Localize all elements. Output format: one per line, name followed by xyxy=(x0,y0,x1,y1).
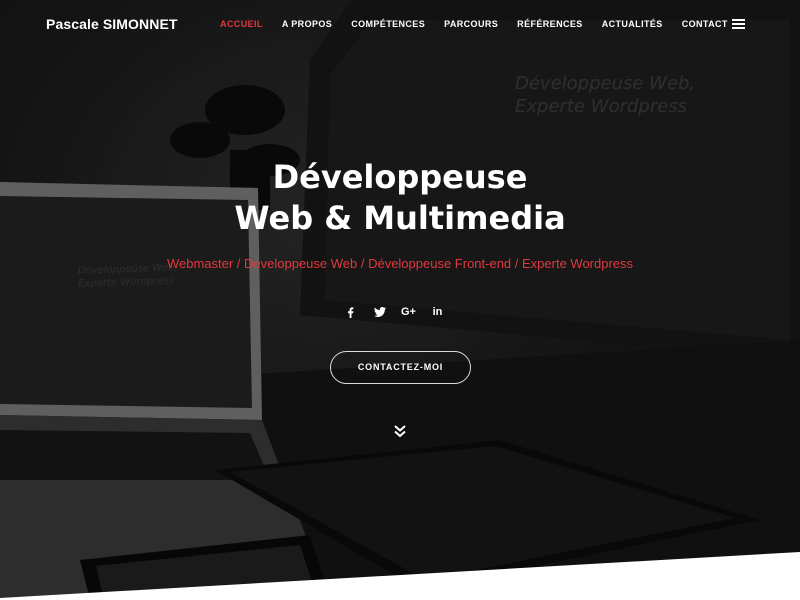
top-navbar: Pascale SIMONNET ACCUEIL A PROPOS COMPÉT… xyxy=(0,0,800,48)
nav-item-actualites[interactable]: ACTUALITÉS xyxy=(602,19,663,29)
linkedin-icon[interactable]: in xyxy=(423,302,452,322)
google-plus-icon[interactable]: G+ xyxy=(394,302,423,322)
nav-item-competences[interactable]: COMPÉTENCES xyxy=(351,19,425,29)
contact-me-button[interactable]: CONTACTEZ-MOI xyxy=(330,351,471,384)
hamburger-icon[interactable] xyxy=(732,19,745,29)
nav-item-accueil[interactable]: ACCUEIL xyxy=(220,19,263,29)
hero-title-line2: Web & Multimedia xyxy=(234,199,566,237)
hero-subtitle: Webmaster / Developpeuse Web / Développe… xyxy=(166,256,634,271)
nav-menu: ACCUEIL A PROPOS COMPÉTENCES PARCOURS RÉ… xyxy=(220,19,747,29)
hero-title: Développeuse Web & Multimedia xyxy=(0,157,800,239)
facebook-icon[interactable] xyxy=(336,302,365,322)
nav-item-a-propos[interactable]: A PROPOS xyxy=(282,19,332,29)
double-chevron-down-icon[interactable] xyxy=(392,423,408,439)
nav-item-references[interactable]: RÉFÉRENCES xyxy=(517,19,583,29)
nav-item-contact[interactable]: CONTACT xyxy=(682,19,728,29)
twitter-icon[interactable] xyxy=(365,302,394,322)
bottom-angled-band xyxy=(0,552,800,600)
social-links: G+ in xyxy=(336,302,452,322)
hero-title-line1: Développeuse xyxy=(272,158,528,196)
nav-item-parcours[interactable]: PARCOURS xyxy=(444,19,498,29)
site-brand[interactable]: Pascale SIMONNET xyxy=(46,16,178,32)
